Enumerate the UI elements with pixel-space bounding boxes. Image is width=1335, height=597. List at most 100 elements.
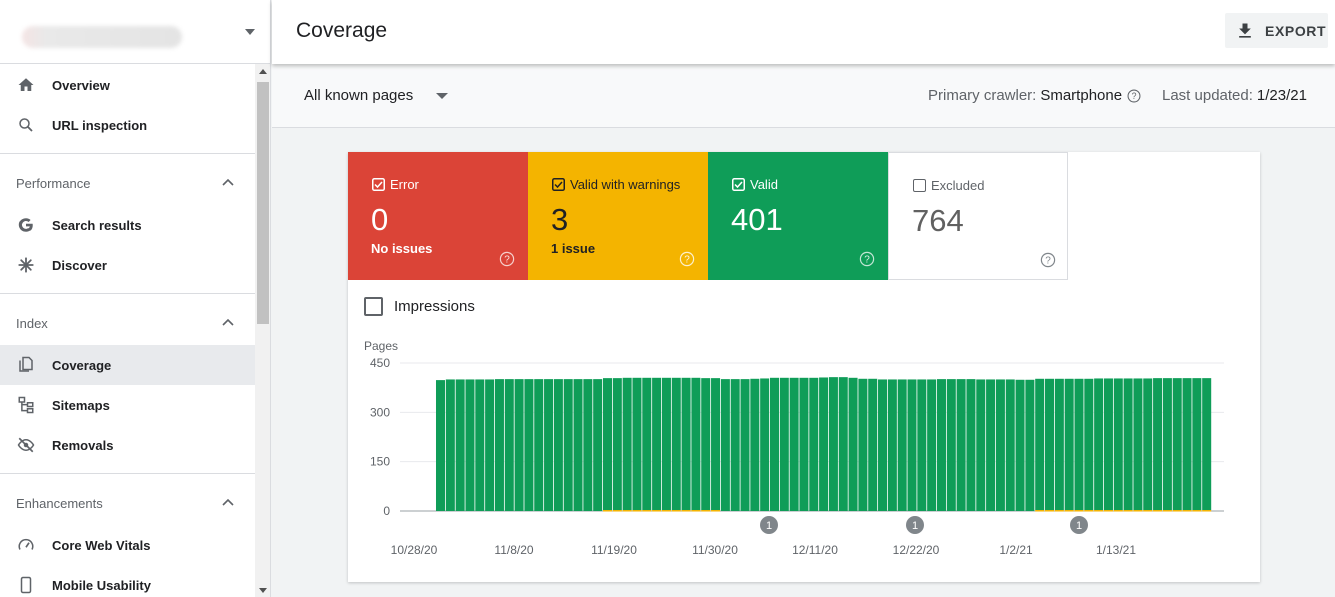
help-icon[interactable]: ? — [1127, 89, 1141, 103]
bar-warning — [1182, 510, 1192, 512]
gauge-icon — [16, 535, 36, 555]
tile-error[interactable]: Error 0 No issues ? — [348, 152, 528, 280]
dropdown-caret-icon[interactable] — [436, 93, 448, 99]
checkbox-unchecked-icon[interactable] — [364, 297, 383, 316]
svg-text:?: ? — [1045, 256, 1051, 267]
annotation-marker: 1 — [760, 516, 778, 534]
sidebar-item-url-inspection[interactable]: URL inspection — [0, 105, 255, 145]
help-icon[interactable]: ? — [1040, 252, 1056, 268]
section-label: Index — [16, 316, 48, 331]
y-tick-label: 300 — [370, 405, 390, 419]
sidebar-item-removals[interactable]: Removals — [0, 425, 255, 465]
bar-valid — [1162, 378, 1172, 511]
bar-valid — [671, 377, 681, 511]
scroll-down-arrow-icon[interactable] — [259, 588, 267, 593]
impressions-toggle[interactable]: Impressions — [364, 297, 475, 316]
bar-warning — [1094, 510, 1104, 512]
bar-valid — [809, 377, 819, 511]
tile-valid[interactable]: Valid 401 ? — [708, 152, 888, 280]
sidebar-item-label: Mobile Usability — [52, 577, 151, 593]
bar-warning — [701, 510, 711, 512]
bar-valid — [1064, 378, 1074, 511]
bar-warning — [652, 510, 662, 512]
help-icon[interactable]: ? — [859, 251, 875, 267]
checkbox-checked-icon[interactable] — [552, 178, 565, 191]
bar-warning — [1162, 510, 1172, 512]
scroll-up-arrow-icon[interactable] — [259, 69, 267, 74]
y-tick-label: 450 — [370, 356, 390, 370]
sidebar-item-overview[interactable]: Overview — [0, 65, 255, 105]
bar-valid — [1172, 378, 1182, 511]
bar-valid — [1054, 378, 1064, 511]
bar-valid — [661, 377, 671, 511]
bar-valid — [828, 377, 838, 511]
scrollbar-thumb[interactable] — [257, 82, 269, 324]
section-performance[interactable]: Performance — [0, 153, 255, 209]
sitemap-icon — [16, 395, 36, 415]
bar-valid — [760, 378, 770, 511]
sidebar-item-search-results[interactable]: Search results — [0, 205, 255, 245]
annotation-label: 1 — [1076, 520, 1082, 532]
page-title: Coverage — [296, 19, 388, 42]
bar-valid — [544, 379, 554, 511]
checkbox-checked-icon[interactable] — [732, 178, 745, 191]
dropdown-caret-icon — [245, 29, 255, 35]
x-tick-label: 12/11/20 — [792, 543, 838, 557]
tile-name: Excluded — [931, 178, 985, 193]
annotation-label: 1 — [766, 520, 772, 532]
bar-valid — [848, 377, 858, 511]
bar-valid — [1153, 378, 1163, 511]
bar-warning — [1192, 510, 1202, 512]
asterisk-icon — [16, 255, 36, 275]
bar-valid — [1025, 379, 1035, 511]
bar-valid — [583, 379, 593, 511]
sidebar-item-label: Sitemaps — [52, 397, 110, 413]
bar-valid — [995, 379, 1005, 511]
bar-valid — [455, 379, 465, 511]
sidebar-item-label: Search results — [52, 217, 142, 233]
bar-valid — [1035, 378, 1045, 511]
updated-value: 1/23/21 — [1256, 87, 1307, 104]
help-icon[interactable]: ? — [679, 251, 695, 267]
bar-valid — [1074, 378, 1084, 511]
bar-valid — [711, 378, 721, 511]
checkbox-unchecked-icon[interactable] — [913, 179, 926, 192]
bar-valid — [1103, 378, 1113, 511]
sidebar-item-discover[interactable]: Discover — [0, 245, 255, 285]
sidebar-scrollbar[interactable] — [255, 64, 270, 597]
bar-warning — [602, 510, 613, 512]
tile-issues: 1 issue — [551, 241, 596, 256]
bar-valid — [720, 379, 730, 511]
section-index[interactable]: Index — [0, 293, 255, 349]
coverage-card: Error 0 No issues ? Valid with warnings … — [348, 152, 1260, 582]
sidebar-item-core-web-vitals[interactable]: Core Web Vitals — [0, 525, 255, 565]
svg-text:?: ? — [684, 255, 690, 266]
sidebar-item-label: Overview — [52, 77, 110, 93]
tile-valid-with-warnings[interactable]: Valid with warnings 3 1 issue ? — [528, 152, 708, 280]
checkbox-checked-icon[interactable] — [372, 178, 385, 191]
bar-valid — [573, 379, 583, 511]
bar-valid — [465, 379, 475, 511]
help-icon[interactable]: ? — [499, 251, 515, 267]
sidebar-item-sitemaps[interactable]: Sitemaps — [0, 385, 255, 425]
bar-warning — [612, 510, 622, 512]
bar-valid — [436, 380, 446, 511]
bar-valid — [534, 379, 544, 511]
sidebar-item-mobile-usability[interactable]: Mobile Usability — [0, 565, 255, 597]
sidebar-item-coverage[interactable]: Coverage — [0, 345, 255, 385]
page-header: Coverage EXPORT — [272, 0, 1335, 64]
property-selector[interactable] — [0, 0, 270, 64]
bar-valid — [652, 377, 662, 511]
y-axis-label: Pages — [364, 339, 398, 353]
bar-valid — [927, 379, 937, 511]
tile-excluded[interactable]: Excluded 764 ? — [888, 152, 1068, 280]
bar-valid — [799, 377, 809, 511]
export-button[interactable]: EXPORT — [1225, 13, 1328, 48]
pages-filter-select[interactable]: All known pages — [304, 87, 413, 104]
y-tick-label: 0 — [383, 504, 390, 518]
section-enhancements[interactable]: Enhancements — [0, 473, 255, 529]
bar-valid — [1133, 378, 1143, 511]
bar-warning — [671, 510, 681, 512]
bar-valid — [1202, 378, 1212, 511]
annotation-marker: 1 — [1070, 516, 1088, 534]
